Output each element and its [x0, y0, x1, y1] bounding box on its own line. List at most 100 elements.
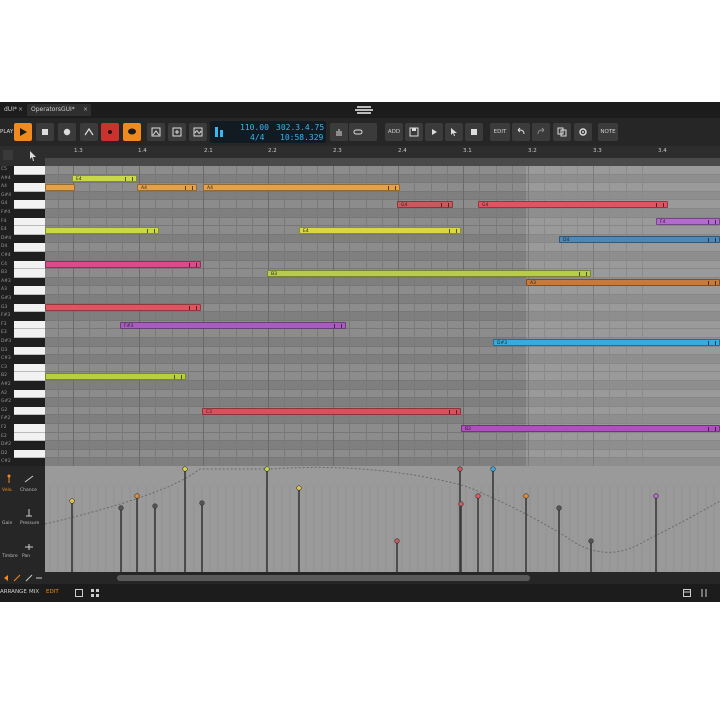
expr-pressure-tab[interactable]: Pressure	[20, 521, 39, 526]
note-end-handle[interactable]	[708, 237, 716, 242]
white-key[interactable]	[14, 303, 45, 313]
velocity-stems[interactable]	[45, 466, 720, 572]
metronome-button[interactable]	[168, 123, 186, 141]
arm-record-button[interactable]	[101, 123, 119, 141]
piano-key[interactable]: C#4	[0, 252, 45, 261]
piano-key[interactable]: F4	[0, 217, 45, 227]
note-end-handle[interactable]	[449, 409, 457, 414]
midi-note[interactable]: A3	[526, 278, 720, 286]
expr-velocity-tab[interactable]: Velo.	[2, 488, 13, 493]
piano-key[interactable]: C5	[0, 166, 45, 175]
tap-tempo-icon[interactable]	[214, 125, 226, 139]
midi-note[interactable]: F#3	[120, 321, 346, 329]
overdub-button[interactable]	[123, 123, 141, 141]
arrange-view-tab[interactable]: ARRANGE	[0, 589, 27, 595]
piano-key[interactable]: A#2	[0, 381, 45, 390]
white-key[interactable]	[14, 183, 45, 192]
position-readout[interactable]: 302.3.4.75	[276, 123, 324, 132]
midi-note[interactable]	[45, 304, 201, 312]
note-end-handle[interactable]	[708, 220, 716, 225]
white-key[interactable]	[14, 269, 45, 278]
expr-gain-tab[interactable]: Gain	[2, 521, 12, 526]
note-end-handle[interactable]	[388, 186, 396, 190]
piano-key[interactable]: G2	[0, 406, 45, 416]
note-end-handle[interactable]	[708, 340, 716, 345]
midi-note[interactable]: C3	[202, 407, 461, 415]
piano-key[interactable]: B2	[0, 372, 45, 381]
inspector-icon[interactable]	[683, 589, 691, 597]
note-end-handle[interactable]	[147, 229, 155, 233]
document-tab-active[interactable]: OperatorsGUI* ×	[27, 104, 91, 116]
white-key[interactable]	[14, 260, 45, 270]
piano-key[interactable]: G#4	[0, 192, 45, 201]
note-end-handle[interactable]	[441, 203, 449, 208]
white-key[interactable]	[14, 226, 45, 235]
midi-note[interactable]: B2	[461, 424, 720, 432]
piano-key[interactable]: E2	[0, 432, 45, 442]
expression-lane[interactable]	[45, 466, 720, 572]
piano-key[interactable]: F#2	[0, 415, 45, 424]
piano-key[interactable]: G#2	[0, 398, 45, 407]
midi-note[interactable]: B3	[267, 270, 591, 277]
midi-note[interactable]	[45, 227, 159, 234]
note-end-handle[interactable]	[656, 203, 664, 208]
piano-key[interactable]: A3	[0, 286, 45, 295]
groove-button[interactable]	[147, 123, 165, 141]
piano-key[interactable]: D3	[0, 346, 45, 356]
piano-key[interactable]: G4	[0, 200, 45, 209]
midi-note[interactable]: E4	[299, 227, 461, 234]
cursor-icon[interactable]	[28, 150, 38, 162]
expr-pan-tab[interactable]: Pan	[22, 554, 30, 559]
note-end-handle[interactable]	[125, 177, 133, 182]
piano-key[interactable]: D#3	[0, 338, 45, 347]
record-button[interactable]	[58, 123, 76, 141]
white-key[interactable]	[14, 449, 45, 459]
play-button[interactable]	[14, 123, 32, 141]
white-key[interactable]	[14, 424, 45, 433]
piano-key[interactable]: C#3	[0, 355, 45, 364]
midi-note[interactable]: A4	[203, 184, 400, 191]
note-end-handle[interactable]	[579, 272, 587, 276]
piano-key[interactable]: G3	[0, 303, 45, 313]
zoom-tools-icons[interactable]	[2, 574, 42, 582]
white-key[interactable]	[14, 320, 45, 330]
piano-key[interactable]: E4	[0, 226, 45, 235]
note-end-handle[interactable]	[189, 263, 197, 268]
piano-key[interactable]: B3	[0, 269, 45, 278]
white-key[interactable]	[14, 432, 45, 442]
piano-key[interactable]: G#3	[0, 295, 45, 304]
white-key[interactable]	[14, 346, 45, 356]
piano-key[interactable]: F2	[0, 424, 45, 433]
piano-key[interactable]: A4	[0, 183, 45, 192]
grid-toggle-icon[interactable]	[3, 150, 13, 160]
note-end-handle[interactable]	[708, 426, 716, 431]
piano-key[interactable]: A#4	[0, 175, 45, 184]
document-tab[interactable]: dUI* ×	[0, 104, 26, 116]
piano-key[interactable]: D2	[0, 449, 45, 459]
midi-note[interactable]: A4	[137, 184, 197, 191]
close-icon[interactable]: ×	[83, 104, 88, 116]
piano-key[interactable]: E3	[0, 329, 45, 338]
edit-button[interactable]: EDIT	[490, 123, 510, 141]
add-button[interactable]: ADD	[385, 123, 403, 141]
midi-note[interactable]: D4	[559, 235, 720, 243]
note-end-handle[interactable]	[185, 186, 193, 190]
piano-key[interactable]: C4	[0, 260, 45, 270]
transport-display[interactable]: 110.00 302.3.4.75 4/4 10:58.329	[210, 121, 326, 143]
piano-key[interactable]: F3	[0, 320, 45, 330]
white-key[interactable]	[14, 389, 45, 399]
midi-note[interactable]	[45, 261, 201, 269]
white-key[interactable]	[14, 372, 45, 381]
piano-keyboard[interactable]: C5 A#4 A4 G#4 G4 F#4 F4 E4 D#4 D4 C#4 C4 B3 A#3 A3 G#3 G…	[0, 166, 45, 466]
note-end-handle[interactable]	[708, 280, 716, 285]
pencil-tool-button[interactable]	[465, 123, 483, 141]
note-end-handle[interactable]	[189, 306, 197, 311]
loop-region-strip[interactable]	[45, 158, 720, 166]
close-icon[interactable]: ×	[18, 104, 23, 116]
white-key[interactable]	[14, 363, 45, 373]
midi-note[interactable]: G4	[478, 201, 668, 209]
bitwig-logo-icon[interactable]	[354, 105, 374, 115]
white-key[interactable]	[14, 406, 45, 416]
piano-key[interactable]: A2	[0, 389, 45, 399]
midi-note[interactable]	[45, 184, 75, 191]
